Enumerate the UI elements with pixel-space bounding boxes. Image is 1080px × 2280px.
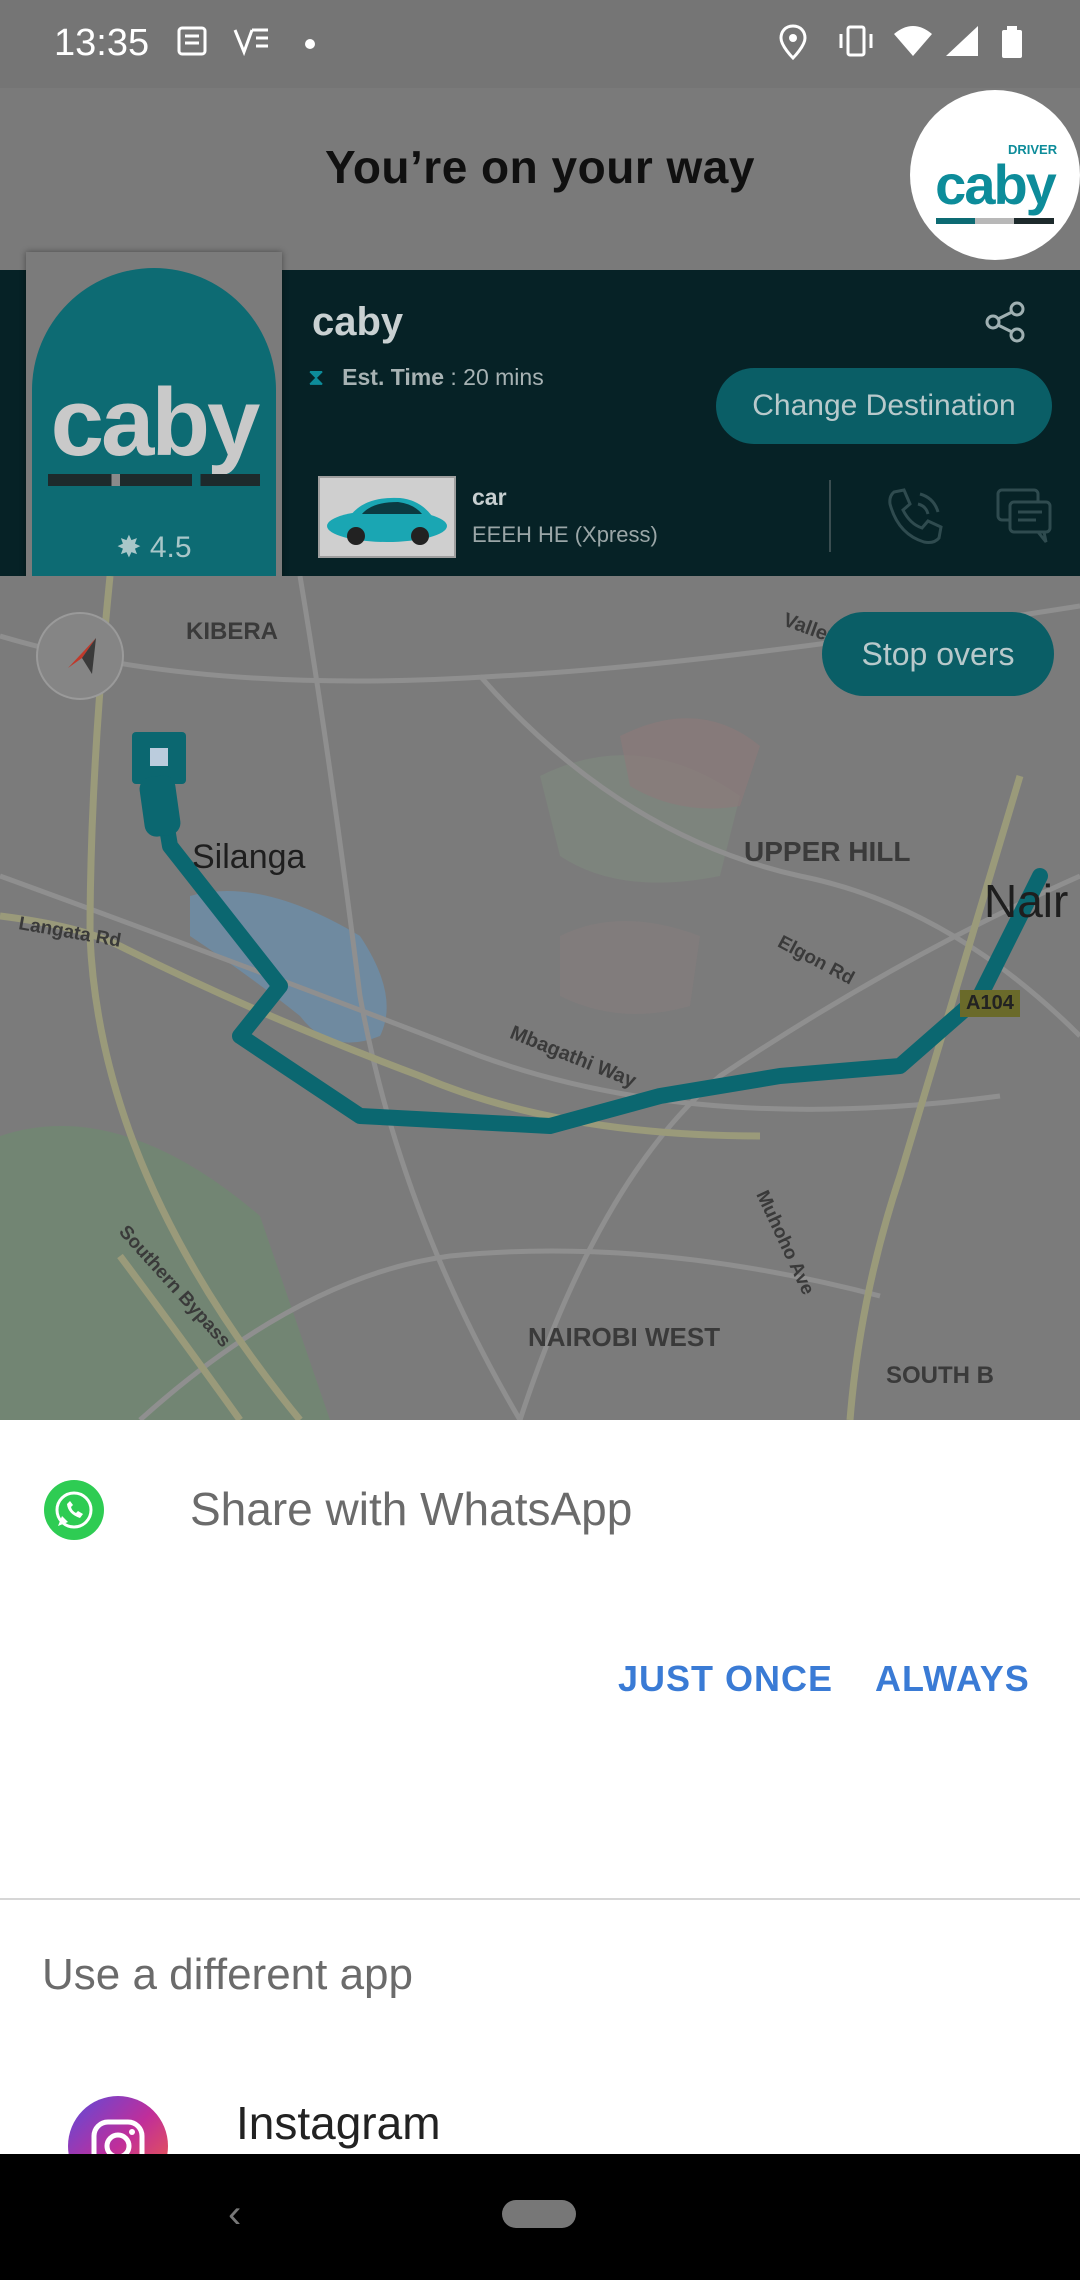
map-label-upper-hill: UPPER HILL bbox=[744, 836, 911, 867]
logo-tag: DRIVER bbox=[1008, 142, 1058, 157]
driver-logo-word: caby bbox=[50, 369, 261, 476]
star-icon: ✸ bbox=[116, 531, 142, 564]
wifi-icon bbox=[894, 26, 932, 56]
instagram-glyph bbox=[91, 2119, 145, 2154]
whatsapp-glyph bbox=[55, 1491, 93, 1529]
car-image bbox=[318, 476, 456, 558]
estimated-time: ⧗ Est. Time : 20 mins bbox=[308, 364, 544, 391]
share-icon[interactable] bbox=[984, 300, 1028, 344]
car-icon bbox=[327, 497, 447, 545]
est-label: Est. Time bbox=[342, 364, 444, 390]
map-label-silanga: Silanga bbox=[192, 838, 306, 876]
map-label-a104: A104 bbox=[960, 990, 1020, 1017]
navigation-bar: ‹ bbox=[0, 2154, 1080, 2280]
driver-name: caby bbox=[312, 300, 404, 344]
status-time: 13:35 bbox=[54, 22, 150, 64]
status-bar: 13:35 bbox=[0, 0, 1080, 88]
compass-icon bbox=[68, 638, 96, 674]
home-pill[interactable] bbox=[502, 2200, 576, 2228]
vibrate-icon bbox=[839, 25, 873, 57]
logo-stripe bbox=[936, 218, 1054, 224]
map-label-nairobi: Nair bbox=[984, 875, 1069, 927]
driver-logo-stripe bbox=[48, 474, 260, 486]
instagram-label: Instagram bbox=[236, 2097, 441, 2149]
divider bbox=[0, 1898, 1080, 1900]
driver-card[interactable]: caby ✸ 4.5 bbox=[26, 252, 282, 592]
change-destination-button[interactable]: Change Destination bbox=[716, 368, 1052, 444]
map-canvas bbox=[0, 576, 1080, 1420]
caby-driver-logo: caby DRIVER bbox=[910, 90, 1080, 260]
phone-call-icon[interactable] bbox=[884, 486, 944, 546]
app-item-instagram[interactable]: Instagram bbox=[0, 2070, 1080, 2154]
dot-icon bbox=[305, 39, 315, 49]
map-view[interactable]: KIBERA Silanga UPPER HILL Nair Langata R… bbox=[0, 576, 1080, 1420]
stop-overs-button[interactable]: Stop overs bbox=[822, 612, 1054, 696]
car-plate: EEEH HE (Xpress) bbox=[472, 522, 658, 547]
driver-avatar: caby ✸ 4.5 bbox=[32, 268, 276, 586]
signal-icon bbox=[946, 26, 978, 56]
divider bbox=[829, 480, 831, 552]
back-icon[interactable]: ‹ bbox=[228, 2192, 241, 2237]
vpn-icon bbox=[233, 28, 268, 57]
car-type: car bbox=[472, 484, 507, 510]
whatsapp-icon bbox=[44, 1480, 104, 1540]
compass-button[interactable] bbox=[36, 612, 124, 700]
always-button[interactable]: ALWAYS bbox=[875, 1658, 1030, 1700]
map-label-kibera: KIBERA bbox=[186, 618, 279, 645]
map-label-south-b: SOUTH B bbox=[886, 1362, 994, 1389]
battery-icon bbox=[1002, 26, 1022, 58]
chat-icon[interactable] bbox=[994, 486, 1054, 546]
instagram-icon bbox=[68, 2096, 168, 2154]
driver-rating: ✸ 4.5 bbox=[32, 530, 276, 565]
news-icon bbox=[177, 26, 207, 56]
share-sheet: Share with WhatsApp JUST ONCE ALWAYS Use… bbox=[0, 1420, 1080, 2154]
est-value: : 20 mins bbox=[450, 364, 544, 390]
different-app-heading: Use a different app bbox=[42, 1950, 413, 1999]
share-title: Share with WhatsApp bbox=[190, 1483, 633, 1535]
map-label-nairobi-west: NAIROBI WEST bbox=[528, 1322, 721, 1352]
rating-value: 4.5 bbox=[149, 531, 192, 564]
hourglass-icon: ⧗ bbox=[308, 364, 325, 390]
just-once-button[interactable]: JUST ONCE bbox=[618, 1658, 833, 1700]
logo-word: caby bbox=[935, 153, 1057, 216]
location-icon bbox=[779, 24, 807, 60]
